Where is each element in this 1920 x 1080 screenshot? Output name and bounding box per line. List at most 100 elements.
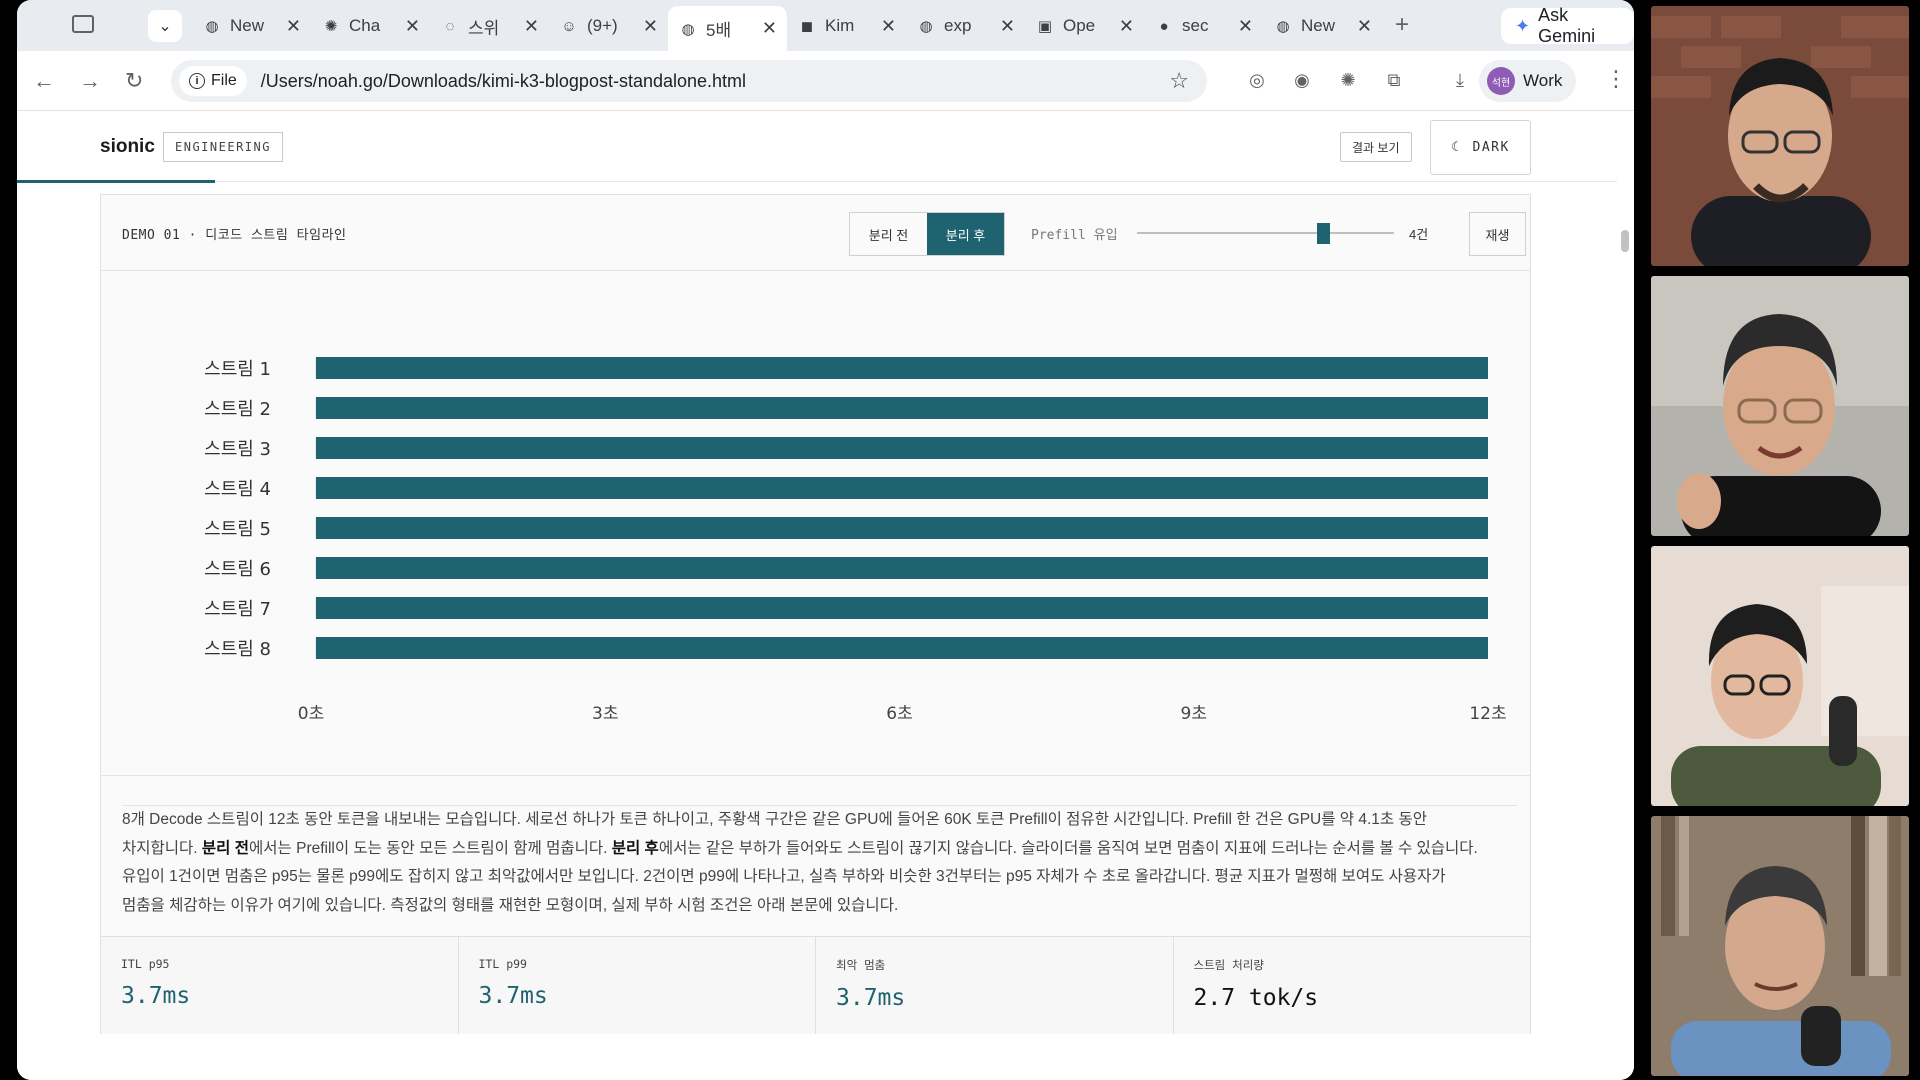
menu-dots-icon[interactable]: ⋮ — [1605, 66, 1627, 92]
close-icon[interactable]: ✕ — [405, 16, 420, 37]
demo-title: DEMO 01 · 디코드 스트림 타임라인 — [122, 228, 347, 243]
address-bar[interactable]: i File /Users/noah.go/Downloads/kimi-k3-… — [171, 60, 1207, 102]
tab-title: Cha — [349, 16, 381, 35]
browser-tab[interactable]: ◍ exp ✕ — [906, 8, 1025, 44]
tab-groups-icon[interactable] — [72, 15, 94, 33]
participant-2-image — [1651, 276, 1909, 536]
tab-strip: ⌄ ◍ New ✕ ✺ Cha ✕ ◌ 스위 ✕ ☺ (9+) ✕ ◍ 5배 ✕ ◼ Kim ✕ ◍ exp ✕ ▣ Ope… — [17, 0, 1634, 51]
metric-itl-p99: ITL p99 3.7ms — [459, 937, 816, 1034]
video-tile-participant-3[interactable] — [1651, 546, 1909, 806]
back-icon[interactable]: ← — [33, 68, 55, 94]
close-icon[interactable]: ✕ — [762, 18, 777, 39]
browser-tab[interactable]: ✺ Cha ✕ — [311, 8, 430, 44]
dark-mode-label: DARK — [1472, 140, 1510, 155]
ask-gemini-button[interactable]: ✦ Ask Gemini — [1501, 5, 1634, 46]
video-tile-participant-2[interactable] — [1651, 276, 1909, 536]
divider — [101, 775, 1530, 776]
color-extension-icon[interactable]: ◉ — [1289, 67, 1315, 93]
prefill-slider-thumb[interactable] — [1317, 223, 1331, 244]
profile-label: Work — [1523, 71, 1563, 90]
scrollbar-thumb[interactable] — [1621, 230, 1629, 252]
close-icon[interactable]: ✕ — [286, 16, 301, 37]
close-icon[interactable]: ✕ — [524, 16, 539, 37]
download-icon[interactable]: ⤓ — [1447, 67, 1473, 93]
browser-window: ⌄ ◍ New ✕ ✺ Cha ✕ ◌ 스위 ✕ ☺ (9+) ✕ ◍ 5배 ✕ ◼ Kim ✕ ◍ exp ✕ ▣ Ope… — [17, 0, 1634, 1080]
stream-bar — [315, 557, 1488, 579]
reading-progress-bar — [17, 180, 215, 183]
forward-icon[interactable]: → — [79, 68, 101, 94]
tab-title: Ope — [1063, 16, 1096, 35]
browser-tab[interactable]: ☺ (9+) ✕ — [549, 8, 668, 44]
close-icon[interactable]: ✕ — [881, 16, 896, 37]
site-info-chip[interactable]: i File — [179, 66, 247, 96]
stream-bar — [315, 477, 1488, 499]
results-button[interactable]: 결과 보기 — [1340, 132, 1412, 162]
profile-button[interactable]: 석현 Work — [1479, 60, 1577, 102]
description-bold: 분리 후 — [611, 839, 659, 857]
x-tick-label: 6초 — [886, 704, 912, 724]
browser-tab[interactable]: ◌ 스위 ✕ — [430, 8, 549, 44]
metric-label: 스트림 처리량 — [1193, 958, 1264, 972]
prefill-slider-value: 4건 — [1409, 227, 1429, 242]
brand-logo[interactable]: sionic — [100, 136, 155, 158]
tab-title: 5배 — [706, 21, 732, 40]
video-tile-participant-1[interactable] — [1651, 6, 1909, 266]
globe-icon: ◍ — [919, 18, 933, 35]
stream-bar — [315, 637, 1488, 659]
browser-tab[interactable]: ● sec ✕ — [1144, 8, 1263, 44]
after-split-button[interactable]: 분리 후 — [927, 213, 1004, 255]
browser-tab[interactable]: ◍ New ✕ — [1263, 8, 1382, 44]
close-icon[interactable]: ✕ — [643, 16, 658, 37]
close-icon[interactable]: ✕ — [1000, 16, 1015, 37]
emoji-icon: ☺ — [561, 17, 577, 35]
gemini-sparkle-icon: ✦ — [1515, 15, 1531, 36]
metric-worst-stall: 최악 멈춤 3.7ms — [816, 937, 1174, 1034]
stream-bar — [315, 357, 1488, 379]
browser-tab[interactable]: ▣ Ope ✕ — [1025, 8, 1144, 44]
openai-icon: ✺ — [324, 18, 338, 35]
before-split-button[interactable]: 분리 전 — [850, 213, 927, 255]
prefill-slider-track[interactable] — [1137, 232, 1394, 234]
github-icon: ● — [1159, 17, 1169, 35]
dark-mode-toggle[interactable]: ☾ DARK — [1430, 120, 1531, 175]
stream-bar — [315, 517, 1488, 539]
close-icon[interactable]: ✕ — [1238, 16, 1253, 37]
demo-controls: DEMO 01 · 디코드 스트림 타임라인 분리 전 분리 후 Prefill… — [101, 195, 1530, 271]
browser-toolbar: ← → ↻ i File /Users/noah.go/Downloads/ki… — [17, 51, 1634, 111]
avatar: 석현 — [1487, 67, 1515, 95]
replay-button[interactable]: 재생 — [1469, 212, 1526, 256]
demo-description: 8개 Decode 스트림이 12초 동안 토큰을 내보내는 모습입니다. 세로… — [122, 805, 1517, 920]
browser-tab[interactable]: ◍ 5배 ✕ — [668, 6, 787, 51]
metric-label: ITL p95 — [121, 957, 170, 971]
description-text: 에서는 Prefill이 도는 동안 모든 스트림이 함께 멈춥니다. — [249, 839, 612, 857]
extensions-puzzle-icon[interactable]: ⧉ — [1381, 67, 1407, 93]
description-line: 차지합니다. 분리 전에서는 Prefill이 도는 동안 모든 스트림이 함께… — [122, 835, 1517, 864]
moon-icon: ☾ — [1451, 140, 1461, 155]
x-tick-label: 3초 — [592, 704, 618, 724]
participant-3-image — [1651, 546, 1909, 806]
password-extension-icon[interactable]: ◎ — [1244, 67, 1270, 93]
x-tick-label: 9초 — [1181, 704, 1207, 724]
ask-gemini-label: Ask Gemini — [1538, 5, 1596, 46]
prefill-slider-label: Prefill 유입 — [1031, 228, 1118, 243]
tab-search-button[interactable]: ⌄ — [148, 10, 182, 42]
new-tab-button[interactable]: + — [1395, 11, 1409, 39]
browser-tab[interactable]: ◍ New ✕ — [192, 8, 311, 44]
description-text: 에서는 같은 부하가 들어와도 스트림이 끊기지 않습니다. 슬라이더를 움직여… — [658, 839, 1478, 857]
openai-extension-icon[interactable]: ✺ — [1335, 67, 1361, 93]
stream-label: 스트림 7 — [204, 599, 271, 620]
metric-label: 최악 멈춤 — [836, 958, 886, 972]
close-icon[interactable]: ✕ — [1357, 16, 1372, 37]
tab-title: (9+) — [587, 16, 618, 35]
video-tile-participant-4[interactable] — [1651, 816, 1909, 1076]
browser-tab[interactable]: ◼ Kim ✕ — [787, 8, 906, 44]
close-icon[interactable]: ✕ — [1119, 16, 1134, 37]
bookmark-star-icon[interactable]: ☆ — [1169, 68, 1189, 94]
reload-icon[interactable]: ↻ — [125, 68, 143, 94]
globe-icon: ◍ — [205, 18, 219, 35]
metric-value: 3.7ms — [478, 983, 548, 1009]
url-text[interactable]: /Users/noah.go/Downloads/kimi-k3-blogpos… — [261, 71, 746, 92]
screen: ⌄ ◍ New ✕ ✺ Cha ✕ ◌ 스위 ✕ ☺ (9+) ✕ ◍ 5배 ✕ ◼ Kim ✕ ◍ exp ✕ ▣ Ope… — [0, 0, 1920, 1080]
participant-4-image — [1651, 816, 1909, 1076]
stream-bar — [315, 437, 1488, 459]
